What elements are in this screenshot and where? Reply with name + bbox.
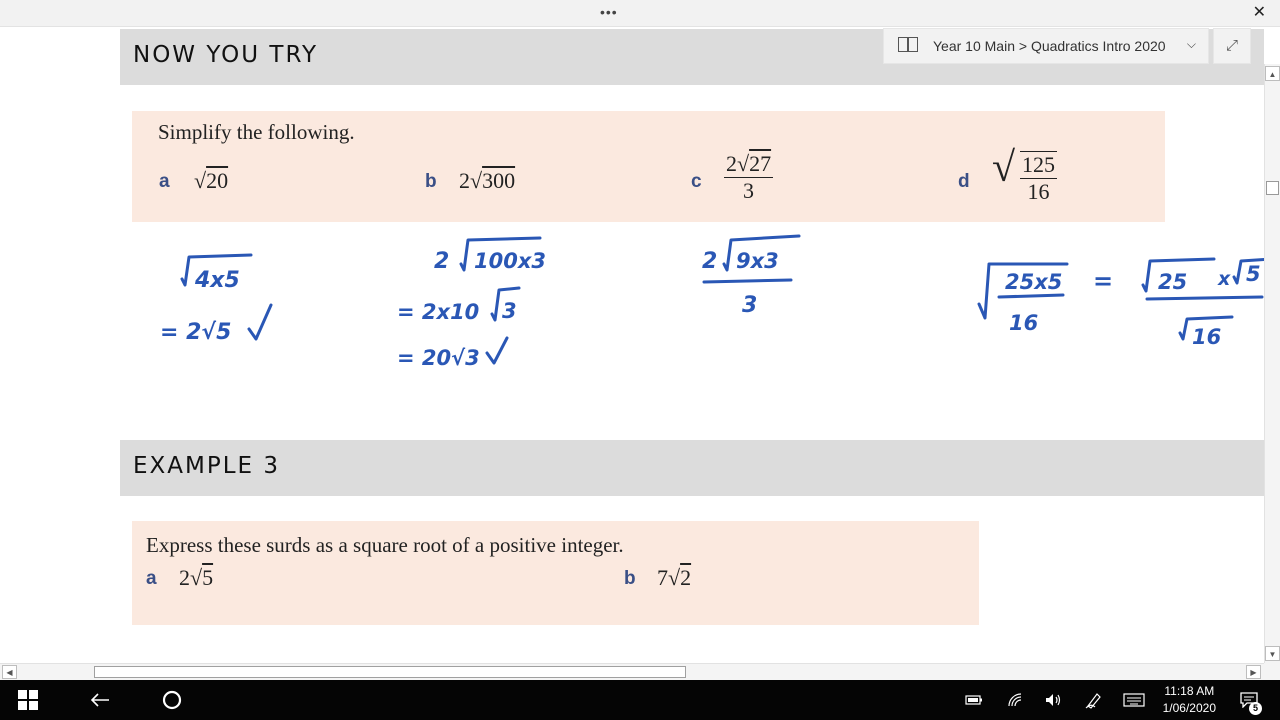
exercise-box-express: Express these surds as a square root of … [132,521,979,625]
scrollbar-corner [1264,663,1280,680]
svg-text:5: 5 [1246,262,1261,286]
svg-text:4x5: 4x5 [194,268,240,293]
svg-text:2: 2 [434,249,449,274]
svg-text:= 2√5: = 2√5 [160,320,231,345]
expand-button[interactable]: ⤢ [1213,28,1251,64]
windows-taskbar: 11:18 AM 1/06/2020 5 [0,680,1280,720]
ink-b-working: 2 100x3 = 2x10 3 = 20√3 [397,236,546,370]
tick-icon [485,336,509,365]
svg-text:= 2x10: = 2x10 [397,300,479,324]
item-b-letter: b [624,568,636,589]
ink-d-working: 25x5 16 = 25 x 5 16 [977,257,1264,349]
svg-text:100x3: 100x3 [474,249,546,273]
ink-a-working: 4x5 = 2√5 [160,253,273,345]
vertical-scrollbar[interactable]: ▲ ▼ [1264,64,1280,663]
svg-text:16: 16 [1009,311,1038,335]
horizontal-scrollbar[interactable]: ◀ ▶ [0,663,1264,680]
start-button[interactable] [0,680,56,720]
clock-time: 11:18 AM [1164,684,1215,698]
svg-text:25: 25 [1158,270,1187,294]
windows-logo-icon [18,690,38,710]
scroll-right-arrow-icon[interactable]: ▶ [1246,665,1261,679]
volume-icon[interactable] [1040,680,1068,720]
scroll-left-arrow-icon[interactable]: ◀ [2,665,17,679]
exercise-prompt: Express these surds as a square root of … [146,533,624,557]
section-title: EXAMPLE 3 [133,453,281,479]
back-arrow-icon [90,693,109,707]
svg-text:9x3: 9x3 [736,249,779,273]
section-header-example-3: EXAMPLE 3 [120,440,1264,496]
svg-text:= 20√3: = 20√3 [397,346,480,370]
svg-text:x: x [1217,268,1231,290]
item-a-expression: 2√5 [179,565,214,590]
svg-text:2: 2 [702,249,717,274]
notebook-breadcrumb[interactable]: Year 10 Main > Quadratics Intro 2020 ⌵ [883,28,1209,64]
svg-text:3: 3 [742,293,757,318]
svg-text:=: = [1093,267,1113,295]
scroll-up-arrow-icon[interactable]: ▲ [1265,66,1280,81]
item-b-expression: 7√2 [657,565,692,590]
notification-count-badge: 5 [1249,702,1262,715]
tick-icon [247,303,273,341]
keyboard-icon[interactable] [1118,680,1150,720]
ink-c-working: 2 9x3 3 [702,234,801,318]
item-a-letter: a [146,568,157,589]
svg-text:25x5: 25x5 [1005,270,1062,294]
svg-text:16: 16 [1192,325,1221,349]
breadcrumb-text: Year 10 Main > Quadratics Intro 2020 [933,38,1166,54]
close-button[interactable]: ✕ [1253,2,1266,22]
cortana-button[interactable] [148,680,196,720]
horizontal-scroll-thumb[interactable] [94,666,686,678]
notebook-icon [898,37,918,52]
wifi-icon[interactable] [1002,680,1030,720]
scroll-down-arrow-icon[interactable]: ▼ [1265,646,1280,661]
more-options-button[interactable]: ••• [600,4,618,20]
chevron-down-icon[interactable]: ⌵ [1187,37,1196,52]
pen-ink-icon[interactable] [1080,680,1108,720]
window-title-bar: ••• ✕ [0,0,1280,27]
svg-text:3: 3 [502,299,517,323]
vertical-scroll-thumb[interactable] [1266,181,1279,195]
taskbar-clock[interactable]: 11:18 AM 1/06/2020 [1163,683,1216,717]
page-canvas[interactable]: NOW YOU TRY Simplify the following. a √2… [0,27,1264,663]
action-center-button[interactable] [1234,680,1264,720]
battery-icon[interactable] [960,680,988,720]
clock-date: 1/06/2020 [1162,701,1216,715]
expand-icon: ⤢ [1225,37,1238,54]
back-button[interactable] [76,680,124,720]
cortana-circle-icon [162,690,182,710]
